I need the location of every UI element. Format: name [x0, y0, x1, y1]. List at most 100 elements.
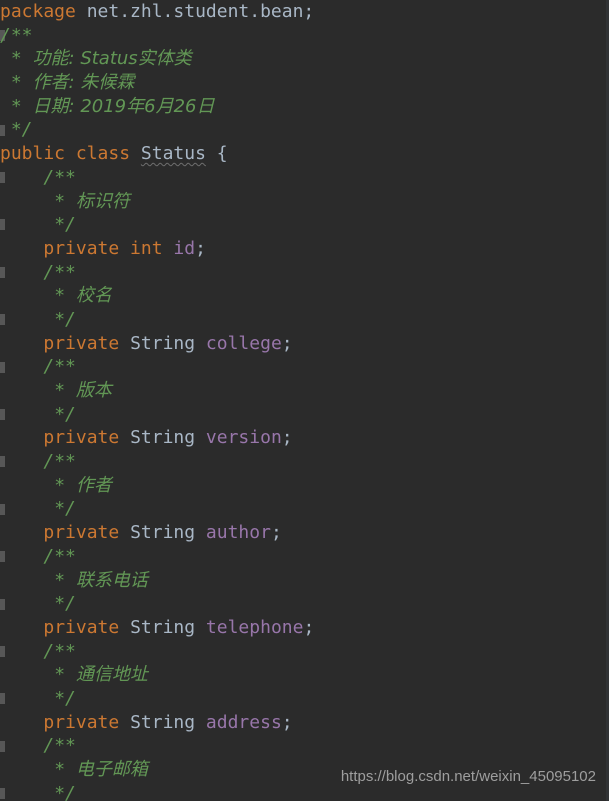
- code-line[interactable]: private String telephone;: [0, 616, 609, 640]
- code-line[interactable]: * 标识符: [0, 190, 609, 214]
- code-line[interactable]: * 作者: [0, 474, 609, 498]
- code-line[interactable]: /**: [0, 261, 609, 285]
- code-token-doc: *: [54, 190, 76, 212]
- code-token-doc: */: [54, 782, 76, 801]
- code-token-doc-cn: 标识符: [75, 190, 130, 212]
- code-line[interactable]: /**: [0, 734, 609, 758]
- code-token-plain: ;: [281, 332, 293, 354]
- code-token-kw: private: [43, 711, 131, 733]
- code-line[interactable]: * 功能: Status实体类: [0, 47, 609, 71]
- code-token-plain: ;: [195, 237, 206, 259]
- code-token-doc-cn: 通信地址: [75, 664, 148, 686]
- code-token-doc: */: [54, 308, 76, 330]
- code-token-doc: /**: [43, 356, 76, 378]
- code-line[interactable]: /**: [0, 24, 609, 48]
- code-token-doc: *: [10, 95, 33, 117]
- code-token-doc: */: [10, 119, 33, 141]
- code-token-field: college: [205, 332, 282, 354]
- code-token-doc-cn: 联系电话: [75, 569, 148, 591]
- code-line[interactable]: package net.zhl.student.bean;: [0, 0, 609, 24]
- code-line[interactable]: private String college;: [0, 332, 609, 356]
- code-line[interactable]: * 通信地址: [0, 663, 609, 687]
- code-token-kw: private int: [43, 237, 174, 259]
- code-token-doc: /**: [43, 166, 76, 188]
- code-token-doc: *: [54, 759, 76, 780]
- code-line[interactable]: private int id;: [0, 237, 609, 261]
- code-token-type: String: [130, 427, 206, 449]
- code-token-plain: ;: [281, 427, 293, 449]
- code-content[interactable]: package net.zhl.student.bean;/** * 功能: S…: [0, 0, 609, 801]
- code-editor[interactable]: package net.zhl.student.bean;/** * 功能: S…: [0, 0, 609, 801]
- code-token-doc: /**: [43, 261, 76, 283]
- code-line[interactable]: */: [0, 403, 609, 427]
- code-token-doc: */: [54, 214, 76, 236]
- code-token-doc-cn: 版本: [75, 380, 112, 401]
- code-line[interactable]: */: [0, 687, 609, 711]
- code-token-doc: *: [10, 72, 33, 94]
- code-token-plain: net.zhl.student.bean;: [75, 1, 315, 22]
- code-token-doc-cn: 电子邮箱: [75, 759, 148, 780]
- code-token-doc: *: [54, 285, 76, 307]
- code-line[interactable]: private String author;: [0, 521, 609, 545]
- code-token-plain: ;: [270, 522, 282, 544]
- code-line[interactable]: /**: [0, 355, 609, 379]
- code-token-doc: *: [54, 474, 76, 496]
- code-line[interactable]: * 作者: 朱候霖: [0, 71, 609, 95]
- code-line[interactable]: */: [0, 213, 609, 237]
- code-line[interactable]: * 版本: [0, 379, 609, 403]
- code-token-plain: ;: [303, 616, 315, 638]
- code-token-doc-cn: 校名: [75, 285, 112, 307]
- code-token-doc-cn: 作者: 朱候霖: [32, 72, 135, 94]
- code-token-doc-cn: 作者: [75, 474, 112, 496]
- code-token-warnref: Status: [140, 143, 206, 165]
- code-line[interactable]: * 校名: [0, 284, 609, 308]
- code-line[interactable]: private String version;: [0, 426, 609, 450]
- code-line[interactable]: */: [0, 118, 609, 142]
- code-line[interactable]: */: [0, 592, 609, 616]
- code-line[interactable]: */: [0, 308, 609, 332]
- code-line[interactable]: /**: [0, 640, 609, 664]
- code-line[interactable]: public class Status {: [0, 142, 609, 166]
- code-line[interactable]: */: [0, 497, 609, 521]
- code-token-doc: */: [54, 687, 76, 709]
- code-token-kw: private: [43, 522, 131, 544]
- code-line[interactable]: private String address;: [0, 711, 609, 735]
- code-token-plain: {: [205, 143, 228, 165]
- code-token-plain: ;: [281, 711, 293, 733]
- code-token-field: id: [173, 237, 196, 259]
- code-token-kw: private: [43, 616, 131, 638]
- code-line[interactable]: * 日期: 2019年6月26日: [0, 95, 609, 119]
- code-line[interactable]: /**: [0, 450, 609, 474]
- code-token-doc: /**: [0, 24, 33, 46]
- code-token-kw: private: [43, 427, 131, 449]
- code-token-doc: *: [10, 48, 33, 70]
- code-token-type: String: [130, 711, 206, 733]
- code-line[interactable]: /**: [0, 545, 609, 569]
- code-token-doc: *: [54, 664, 76, 686]
- code-token-field: telephone: [205, 616, 304, 638]
- code-token-doc: /**: [43, 545, 76, 567]
- code-token-kw: private: [43, 332, 131, 354]
- code-token-type: String: [130, 332, 206, 354]
- code-line[interactable]: * 联系电话: [0, 569, 609, 593]
- code-token-doc-cn: 日期: 2019年6月26日: [32, 95, 215, 117]
- code-line[interactable]: /**: [0, 166, 609, 190]
- code-token-doc-cn: 功能: Status实体类: [32, 48, 192, 70]
